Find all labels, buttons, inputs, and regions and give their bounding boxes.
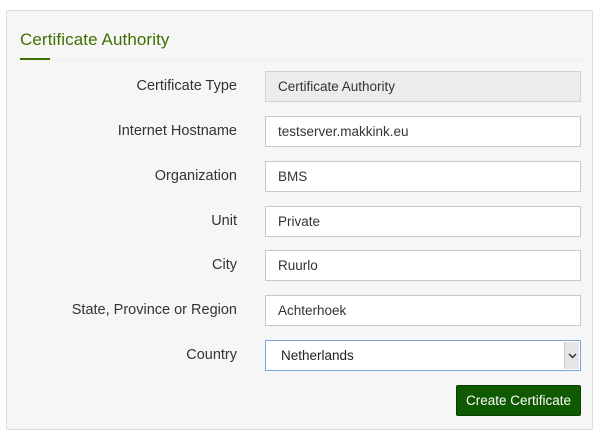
organization-label: Organization [154, 168, 237, 184]
row-internet-hostname: Internet Hostname [7, 116, 592, 147]
certificate-type-field: Certificate Authority [265, 71, 581, 102]
state-label: State, Province or Region [71, 302, 237, 318]
unit-input[interactable] [265, 206, 581, 237]
panel-title: Certificate Authority [20, 30, 170, 49]
title-divider [20, 59, 581, 60]
country-label: Country [186, 347, 237, 363]
country-selected-value: Netherlands [281, 348, 354, 363]
certificate-type-label: Certificate Type [136, 78, 237, 94]
row-unit: Unit [7, 206, 592, 237]
row-city: City [7, 250, 592, 281]
title-underline [20, 58, 50, 60]
internet-hostname-input[interactable] [265, 116, 581, 147]
row-state: State, Province or Region [7, 295, 592, 326]
row-certificate-type: Certificate Type Certificate Authority [7, 71, 592, 102]
unit-label: Unit [211, 213, 237, 229]
city-input[interactable] [265, 250, 581, 281]
row-country: Country Netherlands [7, 340, 592, 371]
create-certificate-button[interactable]: Create Certificate [456, 385, 581, 416]
internet-hostname-label: Internet Hostname [117, 123, 237, 139]
certificate-panel: Certificate Authority Certificate Type C… [6, 10, 593, 430]
organization-input[interactable] [265, 161, 581, 192]
city-label: City [212, 257, 237, 273]
row-organization: Organization [7, 161, 592, 192]
state-input[interactable] [265, 295, 581, 326]
chevron-down-icon[interactable] [564, 342, 579, 369]
country-select[interactable]: Netherlands [265, 340, 581, 371]
